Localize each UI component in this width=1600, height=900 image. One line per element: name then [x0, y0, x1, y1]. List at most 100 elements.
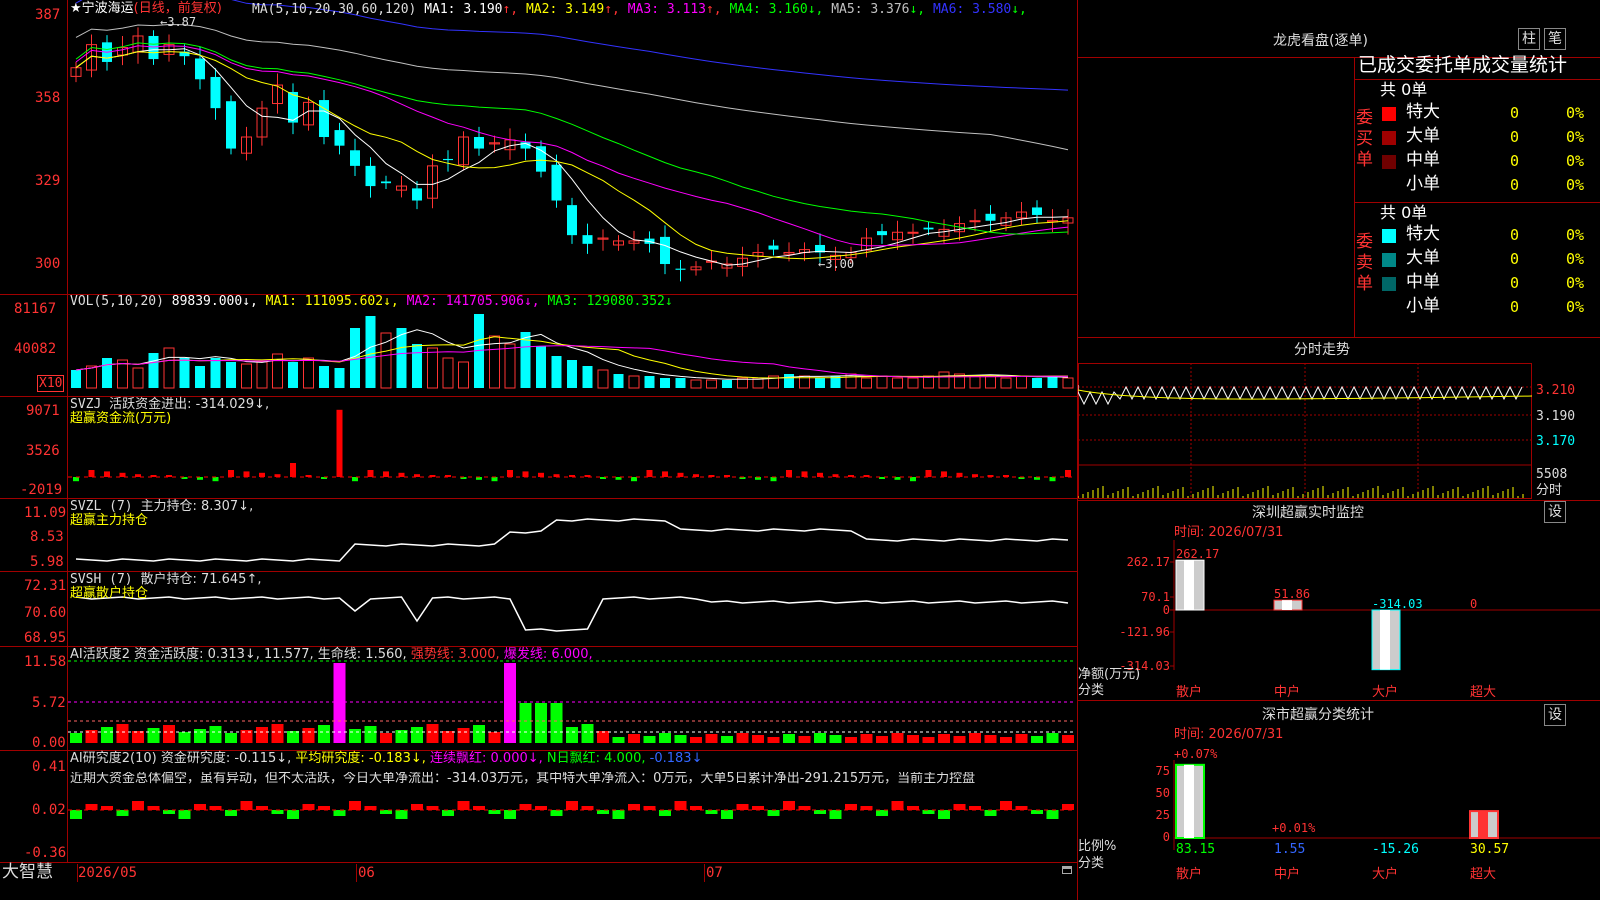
- row-percent: 0%: [1566, 128, 1585, 146]
- row-value: 0: [1510, 152, 1520, 170]
- ai2-bar: [1046, 810, 1059, 819]
- row-percent: 0%: [1566, 298, 1585, 316]
- ai2-bar: [581, 806, 594, 810]
- vol-bar: [722, 380, 732, 388]
- y-label-329: 329: [35, 173, 61, 189]
- ai2-bar: [85, 804, 98, 810]
- stock-name[interactable]: 宁波海运: [82, 1, 134, 16]
- ai1-bar: [147, 728, 160, 743]
- ai2-bar: [535, 806, 547, 810]
- ma-value-6: MA6: 3.580↓,: [925, 2, 1027, 17]
- sz-monitor-title: 深圳超赢实时监控: [1252, 505, 1364, 521]
- high-marker: ←3.87: [160, 15, 197, 29]
- period-label[interactable]: (日线，前复权): [134, 1, 222, 16]
- vol-bar: [969, 375, 981, 389]
- ai2-bar: [597, 810, 609, 814]
- row-name: 大单: [1406, 126, 1440, 146]
- svzj-bar: [259, 472, 265, 477]
- ai1-bar: [364, 726, 377, 743]
- ai1-bar: [984, 735, 997, 743]
- vol-bar: [551, 356, 562, 388]
- ma-value-3: MA3: 3.113↑,: [619, 2, 722, 17]
- bar-value-label: -15.26: [1372, 842, 1419, 857]
- legend-swatch: [1382, 277, 1396, 291]
- ai1-bar: [922, 737, 935, 743]
- ai2-bar: [814, 810, 826, 814]
- svzl-y0: 11.09: [24, 505, 67, 521]
- vol-bar: [1032, 378, 1042, 388]
- ai2-bar: [953, 804, 966, 810]
- ai1-bar: [426, 724, 439, 743]
- sz-monitor-unit2: 分类: [1078, 683, 1105, 698]
- brand-label[interactable]: 大智慧: [2, 864, 53, 881]
- bar-value-label: 1.55: [1274, 842, 1305, 857]
- ai2-bar: [271, 810, 284, 814]
- vol-bar: [458, 361, 469, 389]
- ai1-bar: [566, 727, 578, 743]
- row-name: 特大: [1406, 224, 1440, 244]
- candle-body: [148, 35, 159, 60]
- candle-body: [660, 236, 670, 265]
- date-label-may: 2026/05: [78, 865, 138, 881]
- bar-mode-button[interactable]: 柱: [1518, 28, 1540, 50]
- vol-bar: [195, 366, 205, 388]
- category-label: 超大: [1470, 685, 1496, 700]
- ai2-bar: [1031, 810, 1043, 814]
- ai2-bar: [70, 810, 82, 819]
- category-label: 中户: [1274, 866, 1300, 882]
- svzl-line: [75, 518, 1069, 562]
- ma-value-2: MA2: 3.149↑,: [518, 2, 620, 17]
- ai2-y0: 0.41: [32, 759, 66, 775]
- ai2-bar: [767, 810, 780, 816]
- ma-line-5: [75, 23, 1069, 151]
- ai1-bar: [752, 735, 764, 743]
- candle-body: [195, 58, 205, 80]
- vol-bar: [1047, 376, 1058, 388]
- vol-bar: [288, 362, 298, 388]
- ai1-bar: [70, 733, 82, 743]
- legend-swatch: [1382, 107, 1396, 121]
- vol-bar: [71, 370, 81, 388]
- vol-y-81167: 81167: [14, 301, 57, 317]
- ai1-bar: [519, 703, 532, 743]
- svzl-sub: 超赢主力持仓: [70, 513, 149, 528]
- tick-mode-button[interactable]: 笔: [1544, 28, 1566, 50]
- ai1-bar: [659, 733, 671, 743]
- fenshi-title: 分时走势: [1294, 342, 1350, 358]
- ai2-bar: [643, 806, 656, 810]
- svzl-y1: 8.53: [30, 529, 64, 545]
- ai2-bar: [163, 810, 175, 814]
- ai2-bar: [457, 801, 470, 810]
- vol-bar: [319, 366, 329, 388]
- ai1-bar: [225, 733, 237, 743]
- ai1-bar: [1031, 736, 1043, 743]
- sz-monitor-unit1: 净额(万元): [1078, 667, 1141, 682]
- ai1-bar: [256, 727, 268, 743]
- ai2-bar: [984, 810, 997, 816]
- bar-value-label: -314.03: [1372, 597, 1423, 611]
- vol-bar: [365, 316, 376, 388]
- svzj-bar: [383, 471, 389, 477]
- ai1-bar: [860, 734, 873, 743]
- ai1-bar: [767, 737, 780, 743]
- svzj-bar: [941, 471, 947, 477]
- svzj-bar: [507, 470, 513, 477]
- candle-body: [675, 268, 686, 270]
- ai2-bar: [442, 810, 454, 816]
- category-label: 中户: [1274, 684, 1300, 700]
- vol-bar: [303, 357, 314, 389]
- fenshi-chart[interactable]: [1078, 360, 1600, 500]
- y-label-358: 358: [35, 90, 61, 106]
- ai2-bar: [783, 801, 795, 810]
- ai2-bar: [519, 804, 532, 810]
- vol-bar: [892, 377, 903, 389]
- bar-highlight: [1282, 600, 1292, 610]
- row-value: 0: [1510, 104, 1520, 122]
- vol-bar: [706, 379, 717, 389]
- ai2-bar: [364, 806, 377, 810]
- y-tick-label: 25: [1156, 808, 1170, 822]
- ai1-y0: 11.58: [24, 654, 67, 670]
- lock-icon[interactable]: [1062, 866, 1072, 874]
- ai2-bar: [845, 804, 857, 810]
- svzj-bar: [646, 470, 653, 477]
